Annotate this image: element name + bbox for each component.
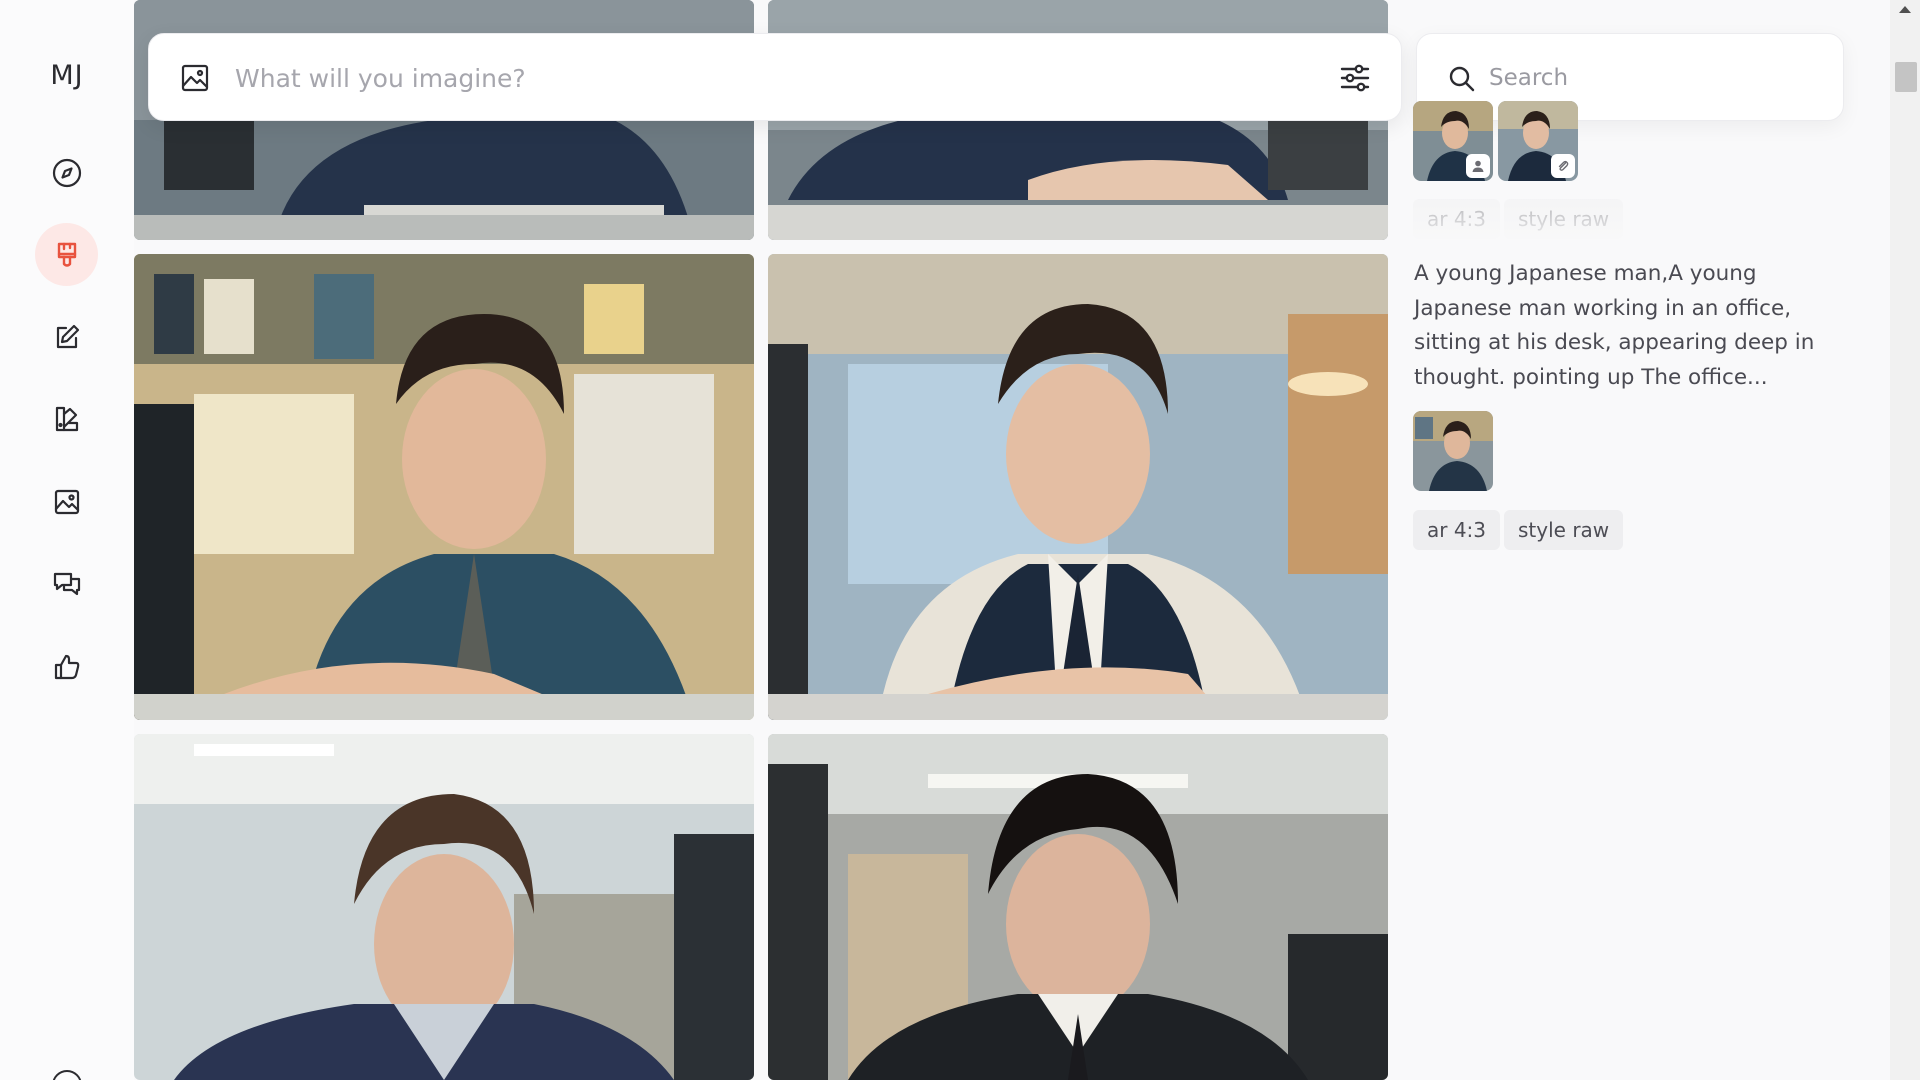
portrait-photo (768, 254, 1388, 720)
sidebar: MJ (0, 0, 134, 1080)
prompt-bar (148, 33, 1402, 121)
grid-image-bottom-left[interactable] (134, 734, 754, 1080)
reference-thumbnail[interactable] (1498, 101, 1578, 181)
param-tag[interactable]: ar 4:3 (1413, 510, 1501, 550)
sidebar-item-chat[interactable] (35, 552, 98, 615)
thumbnail-badge (1466, 154, 1490, 178)
grid-image-mid-right[interactable] (768, 254, 1388, 720)
sliders-icon[interactable] (1337, 60, 1373, 96)
image-icon[interactable] (179, 62, 211, 94)
paintbrush-icon (57, 242, 76, 267)
app-logo[interactable]: MJ (0, 60, 134, 91)
param-tag[interactable]: style raw (1504, 199, 1624, 239)
param-tag[interactable]: style raw (1504, 510, 1624, 550)
reference-thumbnail[interactable] (1413, 411, 1493, 491)
help-icon[interactable] (52, 1070, 82, 1080)
portrait-photo (134, 254, 754, 720)
grid-image-mid-left[interactable] (134, 254, 754, 720)
sidebar-item-explore[interactable] (35, 141, 98, 204)
chat-bubbles-icon (53, 572, 80, 595)
scrollbar-thumb[interactable] (1895, 62, 1917, 92)
prompt-text[interactable]: A young Japanese man,A young Japanese ma… (1414, 257, 1834, 395)
image-icon (54, 489, 79, 514)
pencil-square-icon (56, 324, 79, 348)
scroll-up-arrow[interactable] (1899, 6, 1911, 13)
thumbnail-badge (1551, 154, 1575, 178)
reference-thumbnail[interactable] (1413, 101, 1493, 181)
thumbs-up-icon (54, 654, 79, 679)
person-icon (1472, 160, 1484, 172)
compass-icon (52, 158, 81, 187)
paperclip-icon (1558, 160, 1569, 171)
grid-image-bottom-right[interactable] (768, 734, 1388, 1080)
param-tag[interactable]: ar 4:3 (1413, 199, 1501, 239)
portrait-photo (134, 734, 754, 1080)
sidebar-item-personalize[interactable] (35, 387, 98, 450)
palette-icon (55, 406, 78, 431)
sidebar-item-edit[interactable] (35, 305, 98, 368)
info-panel: ar 4:3 style raw ar 4:3 style raw (1412, 0, 1892, 1080)
portrait-photo (768, 734, 1388, 1080)
page-scrollbar[interactable] (1890, 0, 1920, 1080)
sidebar-item-organize[interactable] (35, 470, 98, 533)
image-grid (134, 0, 1388, 1080)
sidebar-item-create[interactable] (35, 223, 98, 286)
thumbnail-photo (1413, 411, 1493, 491)
prompt-input[interactable] (235, 54, 1235, 102)
sidebar-item-tasks[interactable] (35, 635, 98, 698)
